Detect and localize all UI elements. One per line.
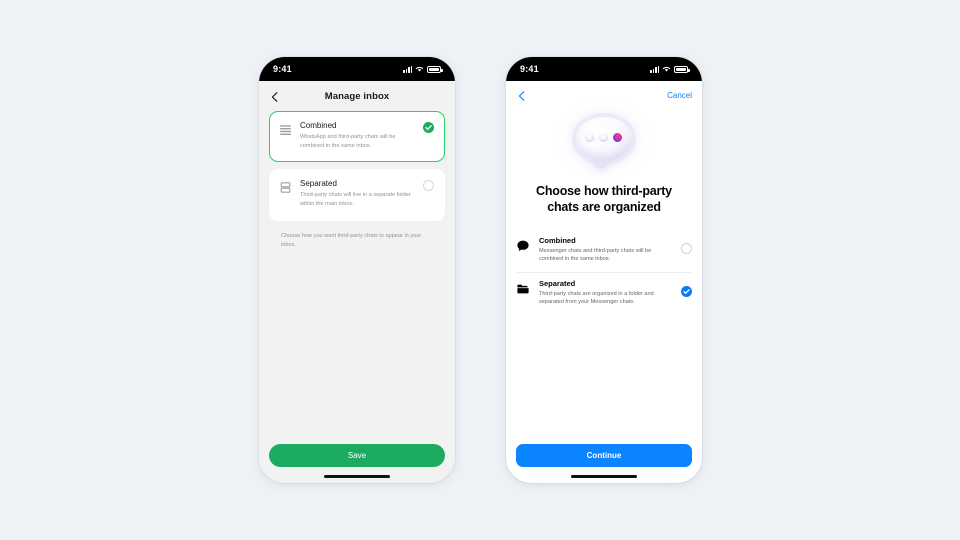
option-subtitle: Messenger chats and third-party chats wi… [539,247,652,263]
spacer-right [506,315,702,444]
spacer-left [259,250,455,445]
status-bar-right: 9:41 [506,57,702,81]
signal-icon [403,65,412,73]
phone-mockup-right: 9:41 Cancel Choose how third-party chats… [506,57,702,483]
option-subtitle: WhatsApp and third-party chats will be c… [300,134,396,149]
status-bar-icons [403,65,443,73]
phone-mockup-left: 9:41 Manage inbox Combined WhatsApp and … [259,57,455,483]
home-indicator [571,475,637,478]
option-text-combined: Combined Messenger chats and third-party… [539,236,672,264]
option-text-combined: Combined WhatsApp and third-party chats … [300,121,415,150]
back-button[interactable] [269,90,281,102]
wifi-icon [662,65,671,73]
nav-bar-left: Manage inbox [259,81,455,111]
cancel-button[interactable]: Cancel [667,91,692,100]
option-title: Combined [300,121,337,130]
status-bar-icons [650,65,690,73]
list-lines-icon [279,121,292,150]
option-row-separated[interactable]: Separated Third-party chats are organize… [516,271,692,315]
dot-2 [599,133,608,142]
options-list-left: Combined WhatsApp and third-party chats … [259,111,455,250]
option-card-separated[interactable]: Separated Third-party chats will live in… [269,169,445,221]
radio-selected-check-icon[interactable] [681,285,692,297]
signal-icon [650,65,659,73]
battery-icon [427,65,443,73]
radio-unselected[interactable] [423,180,434,192]
home-indicator [324,475,390,478]
stacked-boxes-icon [279,179,292,208]
status-bar-time: 9:41 [273,64,292,74]
option-card-combined[interactable]: Combined WhatsApp and third-party chats … [269,111,445,163]
wifi-icon [415,65,424,73]
options-list-right: Combined Messenger chats and third-party… [506,230,702,316]
battery-icon [674,65,690,73]
screenshot-canvas: 9:41 Manage inbox Combined WhatsApp and … [0,0,960,540]
radio-selected-check-icon[interactable] [423,122,434,133]
dot-1 [585,133,594,142]
button-area-left: Save [259,444,455,475]
page-title: Choose how third-party chats are organiz… [536,184,672,215]
folder-icon [516,279,530,301]
back-button[interactable] [516,89,528,101]
option-text-separated: Separated Third-party chats will live in… [300,179,415,208]
continue-button[interactable]: Continue [516,444,692,468]
option-subtitle: Third-party chats will live in a separat… [300,192,411,207]
page-title: Manage inbox [324,90,390,102]
dot-3-gradient [613,133,622,142]
status-bar-left: 9:41 [259,57,455,81]
option-row-combined[interactable]: Combined Messenger chats and third-party… [516,230,692,272]
option-title: Separated [300,179,337,189]
option-title: Separated [539,278,576,288]
typing-dots [585,133,622,142]
option-text-separated: Separated Third-party chats are organize… [539,279,672,307]
screen-right: Cancel Choose how third-party chats are … [506,81,702,483]
option-subtitle: Third-party chats are organized in a fol… [539,290,654,306]
save-button[interactable]: Save [269,444,445,468]
radio-unselected[interactable] [681,242,692,254]
hero-illustration [506,115,702,171]
speech-bubble-icon [516,236,530,258]
status-bar-time: 9:41 [520,64,539,74]
option-title: Combined [539,235,576,245]
helper-text: Choose how you want third-party chats to… [281,232,422,248]
button-area-right: Continue [506,444,702,475]
nav-bar-right: Cancel [506,81,702,109]
screen-left: Manage inbox Combined WhatsApp and third… [259,81,455,483]
speech-bubble-dots-icon [573,115,635,171]
